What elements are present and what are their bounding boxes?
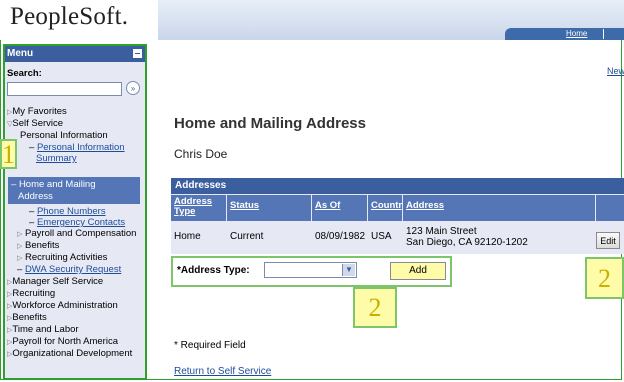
- search-go-icon[interactable]: »: [126, 81, 140, 95]
- addresses-grid: Addresses Address Type Status As Of Coun…: [171, 178, 624, 254]
- header-tab-strip: [505, 28, 624, 40]
- cell-address: 123 Main Street San Diego, CA 92120-1202: [403, 222, 595, 252]
- menu-item-time-and-labor[interactable]: ▷Time and Labor: [7, 324, 79, 335]
- menu-item-dwa-security-request[interactable]: – DWA Security Request: [17, 264, 121, 275]
- tab-separator: [603, 29, 604, 39]
- search-label: Search:: [7, 68, 42, 79]
- menu-item-recruiting[interactable]: ▷Recruiting: [7, 288, 55, 299]
- menu-item-manager-self-service[interactable]: ▷Manager Self Service: [7, 276, 103, 287]
- menu-item-summary-line2[interactable]: Summary: [36, 153, 77, 164]
- collapsed-arrow-icon: ▷: [17, 255, 23, 262]
- menu-panel: Menu Search: » ▷My Favorites ▽Self Servi…: [3, 44, 147, 380]
- new-window-link[interactable]: New: [607, 66, 624, 76]
- menu-item-my-favorites[interactable]: ▷My Favorites: [7, 106, 67, 117]
- menu-item-address-label: Address: [18, 191, 53, 202]
- column-header-address-type[interactable]: Address Type: [171, 195, 226, 221]
- menu-item-personal-information[interactable]: Personal Information: [20, 130, 108, 141]
- peoplesoft-logo: PeopleSoft.: [10, 3, 129, 30]
- page-title: Home and Mailing Address: [174, 115, 366, 132]
- address-line-2: San Diego, CA 92120-1202: [406, 237, 528, 248]
- menu-item-benefits-self[interactable]: ▷ Benefits: [17, 240, 59, 251]
- column-header-as-of[interactable]: As Of: [312, 195, 367, 221]
- column-header-status[interactable]: Status: [227, 195, 311, 221]
- search-input[interactable]: [7, 82, 122, 96]
- menu-item-emergency-contacts[interactable]: – Emergency Contacts: [29, 217, 125, 228]
- menu-item-workforce-administration[interactable]: ▷Workforce Administration: [7, 300, 118, 311]
- callout-badge-2-edit: 2: [585, 257, 624, 299]
- menu-item-phone-numbers[interactable]: – Phone Numbers: [29, 206, 106, 217]
- cell-country: USA: [371, 231, 392, 242]
- menu-item-recruiting-activities[interactable]: ▷ Recruiting Activities: [17, 252, 107, 263]
- menu-header: Menu: [5, 46, 145, 62]
- collapsed-arrow-icon: ▷: [17, 231, 23, 238]
- cell-status: Current: [230, 231, 264, 242]
- required-field-note: * Required Field: [174, 340, 246, 351]
- menu-title: Menu: [7, 48, 34, 59]
- addresses-grid-title: Addresses: [171, 178, 624, 194]
- return-to-self-service-link[interactable]: Return to Self Service: [174, 366, 271, 377]
- menu-item-home-mailing-label: Home and Mailing: [18, 179, 96, 190]
- callout-badge-1: 1: [0, 139, 17, 169]
- chevron-down-icon[interactable]: ▼: [342, 264, 355, 276]
- cell-as-of: 08/09/1982: [315, 231, 366, 242]
- cell-address-type: Home: [174, 231, 201, 242]
- menu-item-payroll-north-america[interactable]: ▷Payroll for North America: [7, 336, 118, 347]
- menu-item-personal-information-summary[interactable]: – Personal Information: [29, 142, 125, 153]
- address-type-select[interactable]: ▼: [264, 262, 357, 278]
- column-header-country[interactable]: Country: [368, 195, 407, 221]
- menu-item-home-mailing-address[interactable]: – Home and Mailing Address: [8, 177, 140, 204]
- menu-item-payroll-compensation[interactable]: ▷ Payroll and Compensation: [17, 228, 136, 239]
- address-type-label: *Address Type:: [177, 265, 250, 276]
- home-link[interactable]: Home: [566, 29, 587, 38]
- collapse-icon[interactable]: [133, 49, 142, 58]
- collapsed-arrow-icon: ▷: [17, 243, 23, 250]
- user-name: Chris Doe: [174, 147, 228, 161]
- column-header-address[interactable]: Address: [403, 195, 595, 221]
- menu-item-self-service[interactable]: ▽Self Service: [7, 118, 63, 129]
- menu-item-benefits[interactable]: ▷Benefits: [7, 312, 47, 323]
- add-button[interactable]: Add: [390, 262, 446, 280]
- menu-item-organizational-development[interactable]: ▷Organizational Development: [7, 348, 132, 359]
- column-header-edit: [596, 195, 624, 221]
- address-line-1: 123 Main Street: [406, 226, 477, 237]
- callout-badge-2-add: 2: [353, 287, 397, 328]
- edit-address-button[interactable]: Edit: [596, 232, 620, 249]
